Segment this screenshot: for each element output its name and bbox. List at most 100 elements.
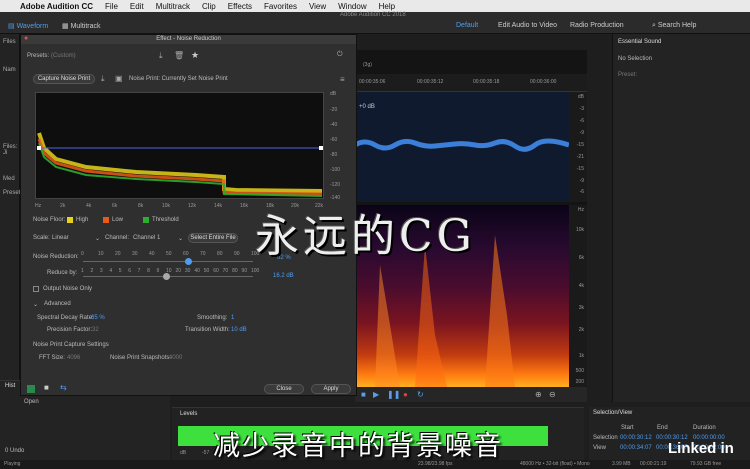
workspace-radio-production[interactable]: Radio Production: [570, 22, 624, 29]
capture-noise-print-button[interactable]: Capture Noise Print: [33, 74, 95, 84]
history-item-open[interactable]: Open: [24, 399, 39, 405]
gain-hud[interactable]: +0 dB: [359, 104, 375, 110]
menu-effects[interactable]: Effects: [228, 2, 252, 11]
noise-print-graph[interactable]: [35, 92, 324, 199]
essential-sound-panel: Essential Sound No Selection Preset:: [612, 34, 750, 402]
levels-db-label: dB: [180, 450, 187, 456]
menu-favorites[interactable]: Favorites: [264, 2, 297, 11]
files-label: Files: Ji: [3, 144, 18, 156]
play-icon[interactable]: ▶: [373, 390, 379, 399]
save-preset-icon[interactable]: ⤓: [159, 51, 163, 61]
window-title: Adobe Audition CC 2018: [340, 12, 406, 18]
menu-edit[interactable]: Edit: [130, 2, 144, 11]
video-subtitle: 减少录音中的背景噪音: [213, 431, 503, 462]
timecode-2: 00:00:35:12: [417, 79, 444, 85]
apply-button[interactable]: Apply: [311, 384, 351, 394]
menu-file[interactable]: File: [105, 2, 118, 11]
smoothing-label: Smoothing:: [197, 315, 228, 321]
y-tick: -80: [330, 152, 338, 158]
advanced-toggle[interactable]: Advanced: [44, 301, 71, 307]
search-help[interactable]: ⌕ Search Help: [652, 22, 696, 30]
reduce-by-tick: 2: [90, 268, 94, 274]
loop-icon[interactable]: ↻: [417, 390, 424, 399]
scale-label: Scale:: [33, 235, 50, 241]
settings-menu-icon[interactable]: ≡: [340, 75, 345, 84]
transition-value[interactable]: 10 dB: [231, 327, 247, 333]
snapshots-value[interactable]: 4000: [169, 355, 182, 361]
save-noise-print-icon[interactable]: ▣: [115, 74, 123, 83]
smoothing-value[interactable]: 1: [231, 315, 234, 321]
undo-count: 0 Undo: [5, 448, 25, 454]
menu-multitrack[interactable]: Multitrack: [156, 2, 190, 11]
fft-value[interactable]: 4096: [67, 355, 80, 361]
delete-preset-icon[interactable]: 🗑: [174, 51, 184, 60]
menu-view[interactable]: View: [309, 2, 326, 11]
menu-window[interactable]: Window: [338, 2, 366, 11]
reduce-by-tick: 20: [175, 268, 181, 274]
levels-title[interactable]: Levels: [180, 411, 197, 417]
status-playing: Playing: [4, 461, 21, 467]
advanced-chevron-icon[interactable]: ⌄: [33, 301, 38, 308]
output-noise-only-checkbox[interactable]: [33, 286, 39, 292]
pause-icon[interactable]: ❚❚: [387, 390, 400, 399]
noise-reduction-tick: 30: [132, 251, 138, 257]
timecode-1: 00:00:35:06: [359, 79, 386, 85]
app-name[interactable]: Adobe Audition CC: [20, 2, 93, 11]
name-column: Nam: [3, 67, 16, 73]
scale-select[interactable]: Linear ⌄: [52, 235, 100, 242]
favorite-star-icon[interactable]: ★: [191, 50, 199, 61]
fft-label: FFT Size:: [39, 355, 65, 361]
history-tab[interactable]: Hist: [5, 383, 15, 389]
preview-loop-icon[interactable]: ⇆: [60, 383, 67, 392]
noise-reduction-track[interactable]: [83, 261, 253, 262]
capture-settings-label: Noise Print Capture Settings: [33, 342, 109, 348]
x-tick: 2k: [60, 203, 66, 209]
status-free: 79.93 GB free: [690, 461, 722, 467]
dialog-title[interactable]: Effect - Noise Reduction: [21, 35, 356, 44]
workspace-default[interactable]: Default: [456, 22, 478, 29]
zoom-in-icon[interactable]: ⊕: [535, 390, 542, 399]
view-start[interactable]: 00:00:34:07: [620, 445, 652, 451]
presets-label: Presets:: [27, 53, 50, 59]
load-noise-print-icon[interactable]: ⤓: [101, 74, 105, 84]
essential-sound-title[interactable]: Essential Sound: [618, 39, 661, 45]
channel-select[interactable]: Channel 1 ⌄: [133, 235, 183, 242]
preview-stop-icon[interactable]: ■: [44, 383, 49, 392]
reduce-by-value[interactable]: 16.2 dB: [273, 273, 294, 279]
y-tick: -20: [330, 107, 338, 113]
close-button[interactable]: Close: [264, 384, 304, 394]
x-tick: 14k: [214, 203, 223, 209]
media-tab[interactable]: Med: [3, 176, 15, 182]
reduce-by-knob[interactable]: [163, 273, 171, 280]
noise-reduction-tick: 70: [200, 251, 206, 257]
legend-low: Low: [112, 217, 124, 223]
preset-label: Preset:: [618, 72, 638, 78]
menu-help[interactable]: Help: [379, 2, 395, 11]
waveform-view-button[interactable]: ▤ Waveform: [8, 22, 48, 30]
power-icon[interactable]: ⏻: [337, 51, 343, 59]
zoom-out-icon[interactable]: ⊖: [549, 390, 556, 399]
select-entire-file-button[interactable]: Select Entire File: [188, 233, 238, 243]
hz-scale: Hz 10k 6k 4k 3k 2k 1k 500 200: [569, 205, 587, 387]
time-ruler[interactable]: (3g) 00:00:35:06 00:00:35:12 00:00:35:18…: [355, 62, 587, 92]
selection-start[interactable]: 00:00:30:12: [620, 435, 652, 441]
files-tab[interactable]: Files: [3, 39, 16, 45]
selection-view-title[interactable]: Selection/View: [593, 410, 632, 416]
close-dialog-icon[interactable]: ●: [24, 35, 28, 42]
reduce-by-tick: 90: [241, 268, 248, 274]
workspace-edit-audio-to-video[interactable]: Edit Audio to Video: [498, 22, 557, 29]
noise-reduction-knob[interactable]: [185, 258, 193, 265]
record-icon[interactable]: ●: [403, 390, 408, 399]
spectral-decay-value[interactable]: 65 %: [91, 315, 105, 321]
transition-label: Transition Width:: [185, 327, 230, 333]
precision-value[interactable]: 32: [92, 327, 99, 333]
menu-clip[interactable]: Clip: [202, 2, 216, 11]
presets-select[interactable]: (Custom): [51, 53, 76, 59]
waveform-display[interactable]: +0 dB: [355, 92, 569, 202]
x-tick: 16k: [240, 203, 249, 209]
multitrack-view-button[interactable]: ▦ Multitrack: [62, 22, 101, 30]
hms-label: (3g): [363, 62, 372, 68]
preview-power-icon[interactable]: [27, 385, 35, 393]
stop-icon[interactable]: ■: [361, 390, 366, 399]
channel-label: Channel:: [105, 235, 130, 241]
